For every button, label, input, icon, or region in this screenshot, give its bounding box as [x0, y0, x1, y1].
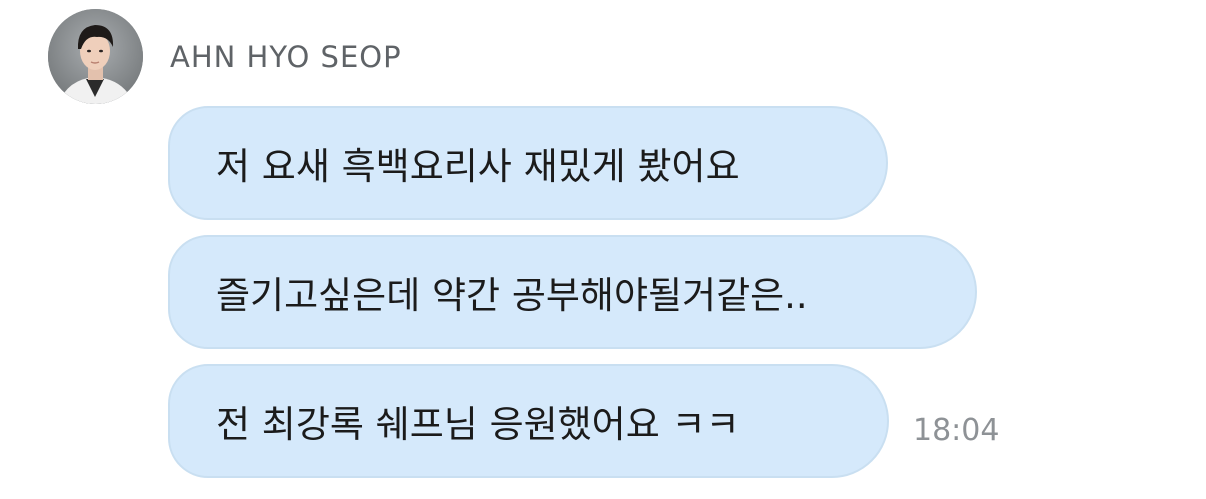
- message-bubble[interactable]: 즐기고싶은데 약간 공부해야될거같은..: [168, 235, 977, 349]
- message-text: 저 요새 흑백요리사 재밌게 봤어요: [216, 145, 740, 188]
- message-timestamp: 18:04: [913, 413, 1000, 448]
- message-bubble[interactable]: 전 최강록 쉐프님 응원했어요 ㅋㅋ: [168, 364, 889, 478]
- message-bubble[interactable]: 저 요새 흑백요리사 재밌게 봤어요: [168, 106, 888, 220]
- avatar[interactable]: [48, 9, 143, 104]
- profile-photo-icon: [48, 9, 143, 104]
- message-text: 전 최강록 쉐프님 응원했어요 ㅋㅋ: [216, 403, 740, 446]
- sender-name: AHN HYO SEOP: [170, 40, 402, 74]
- message-text: 즐기고싶은데 약간 공부해야될거같은..: [216, 274, 808, 317]
